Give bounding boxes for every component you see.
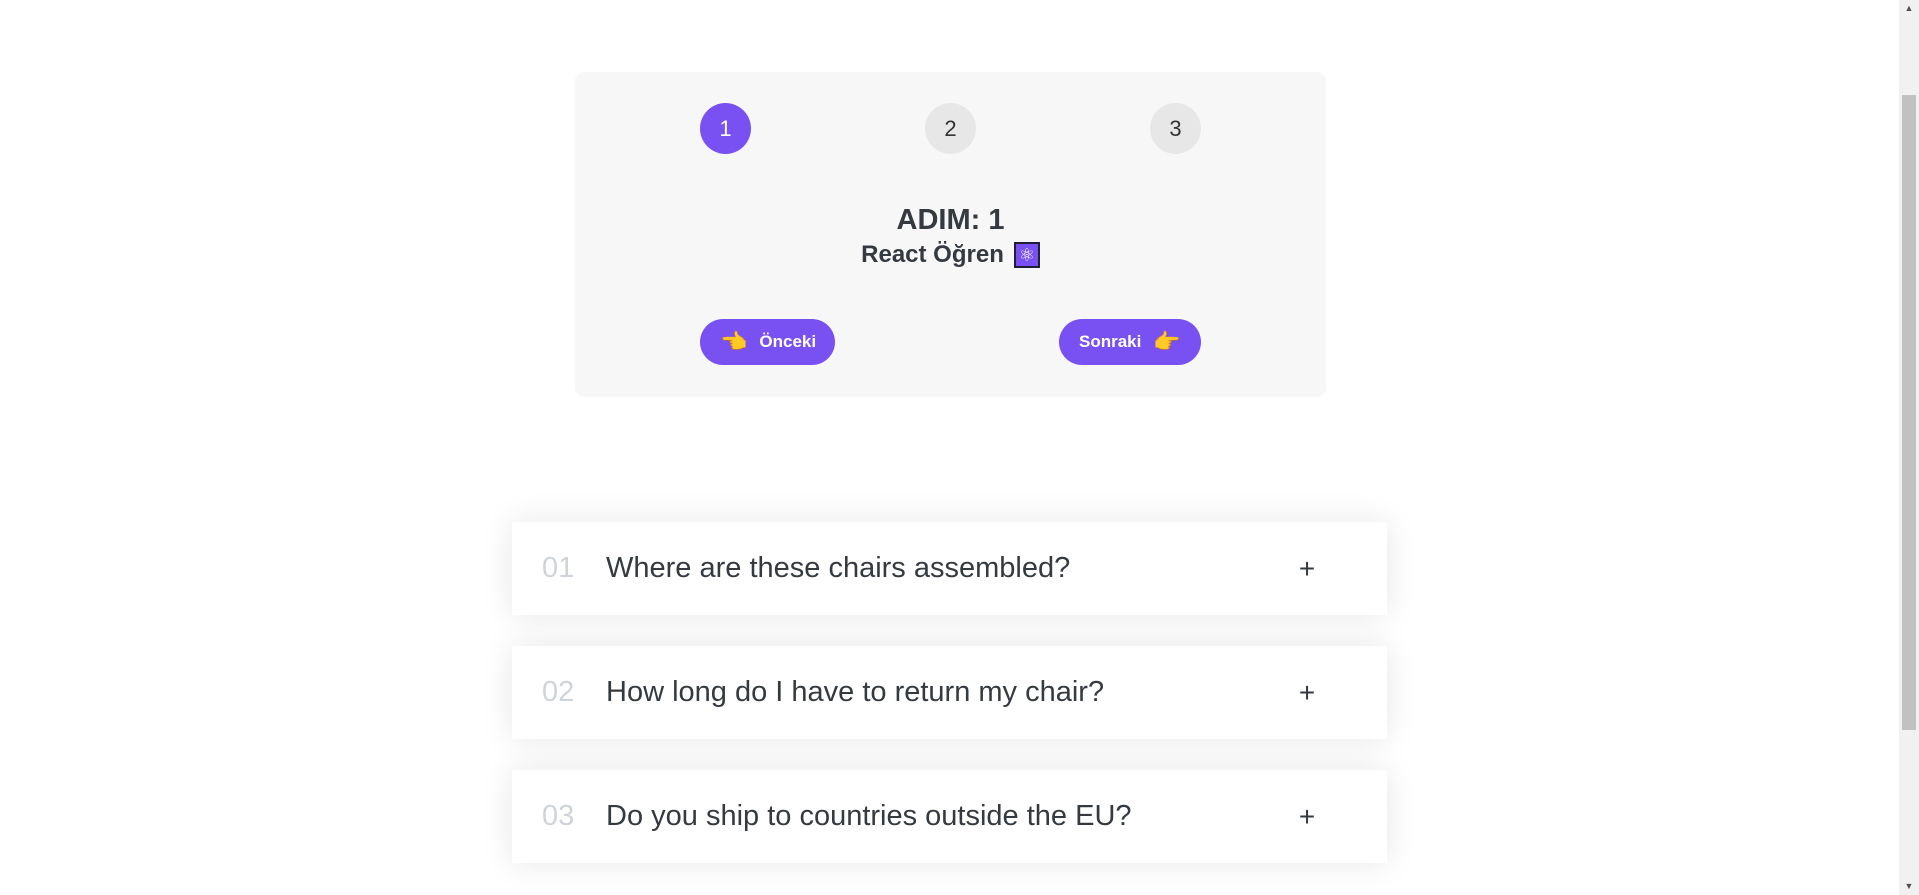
step-label: ADIM: 1 <box>896 204 1005 236</box>
hand-pointing-right-icon: 👉 <box>1153 329 1181 354</box>
accordion-item-title: Where are these chairs assembled? <box>606 552 1071 584</box>
accordion-item[interactable]: 01 Where are these chairs assembled? + <box>512 522 1387 615</box>
hand-pointing-left-icon: 👈 <box>720 329 748 354</box>
step-buttons: 👈 Önceki Sonraki 👉 <box>700 319 1201 365</box>
step-indicator-3[interactable]: 3 <box>1150 103 1201 154</box>
accordion-item[interactable]: 03 Do you ship to countries outside the … <box>512 770 1387 863</box>
accordion-item-title: How long do I have to return my chair? <box>606 676 1105 708</box>
accordion-item-number: 03 <box>542 800 575 832</box>
step-indicator-1[interactable]: 1 <box>700 103 751 154</box>
page: 1 2 3 ADIM: 1 React Öğren ⚛ 👈 Önceki Son… <box>0 0 1919 895</box>
step-indicator-2[interactable]: 2 <box>925 103 976 154</box>
scroll-up-arrow-icon[interactable]: ▲ <box>1899 0 1919 17</box>
scrollbar-thumb[interactable] <box>1902 95 1916 730</box>
accordion-item-title: Do you ship to countries outside the EU? <box>606 800 1132 832</box>
step-indicators: 1 2 3 <box>700 103 1201 154</box>
scroll-down-arrow-icon[interactable]: ▼ <box>1899 878 1919 895</box>
vertical-scrollbar[interactable]: ▲ ▼ <box>1899 0 1919 895</box>
previous-button[interactable]: 👈 Önceki <box>700 319 835 365</box>
step-text-wrapper: React Öğren ⚛ <box>861 238 1040 272</box>
next-button-label: Sonraki <box>1079 332 1142 351</box>
step-text: React Öğren <box>861 241 1004 268</box>
step-message: ADIM: 1 React Öğren ⚛ <box>575 202 1326 272</box>
plus-icon[interactable]: + <box>1287 677 1327 709</box>
plus-icon[interactable]: + <box>1287 553 1327 585</box>
accordion-item-number: 01 <box>542 552 575 584</box>
next-button[interactable]: Sonraki 👉 <box>1059 319 1201 365</box>
atom-icon: ⚛ <box>1013 242 1040 268</box>
accordion-item-number: 02 <box>542 676 575 708</box>
faq-accordion: 01 Where are these chairs assembled? + 0… <box>512 522 1387 894</box>
accordion-item[interactable]: 02 How long do I have to return my chair… <box>512 646 1387 739</box>
previous-button-label: Önceki <box>759 332 817 351</box>
steps-card: 1 2 3 ADIM: 1 React Öğren ⚛ 👈 Önceki Son… <box>575 72 1326 397</box>
plus-icon[interactable]: + <box>1287 801 1327 833</box>
